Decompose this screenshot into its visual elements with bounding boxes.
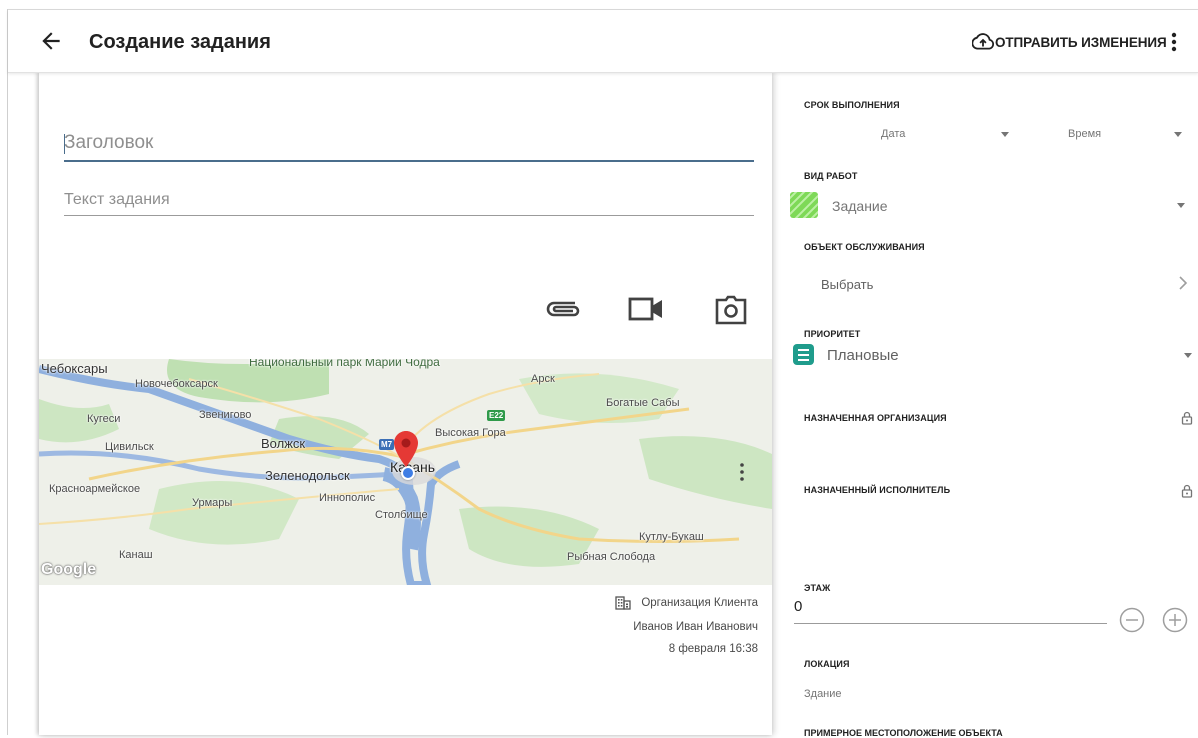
map-label-zvenigovo: Звенигово <box>199 409 252 421</box>
floor-label: ЭТАЖ <box>804 583 831 593</box>
map-pin-icon <box>394 431 418 467</box>
map-label-novocheboksarsk: Новочебоксарск <box>135 378 218 390</box>
more-vertical-icon <box>740 463 744 481</box>
plus-circle-icon <box>1162 607 1188 633</box>
page-title: Создание задания <box>89 31 271 53</box>
lock-icon <box>1181 484 1193 498</box>
video-camera-icon <box>628 297 662 321</box>
map-label-tsivilsk: Цивильск <box>105 441 154 453</box>
minus-circle-icon <box>1119 607 1145 633</box>
camera-icon <box>715 295 747 325</box>
arrow-left-icon <box>42 32 60 50</box>
map-label-park: Национальный парк Марий Чодра <box>249 359 440 369</box>
map-label-cheboksary: Чебоксары <box>41 361 108 376</box>
work-type-label: ВИД РАБОТ <box>804 171 858 181</box>
task-text-field <box>64 191 754 216</box>
chevron-down-icon <box>1174 132 1182 137</box>
task-text-underline <box>64 215 754 216</box>
map-options-button[interactable] <box>736 461 748 483</box>
approx-location-label: ПРИМЕРНОЕ МЕСТОПОЛОЖЕНИЕ ОБЪЕКТА <box>804 728 1003 738</box>
paperclip-icon <box>546 301 580 317</box>
more-menu-button[interactable] <box>1164 30 1184 54</box>
deadline-label: СРОК ВЫПОЛНЕНИЯ <box>804 100 900 110</box>
priority-label: ПРИОРИТЕТ <box>804 329 861 339</box>
floor-field <box>794 598 1107 624</box>
floor-underline <box>794 623 1107 624</box>
map-label-bogatye-saby: Богатые Сабы <box>606 397 680 409</box>
map-label-zelenodolsk: Зеленодольск <box>265 468 350 483</box>
created-date: 8 февраля 16:38 <box>668 643 758 655</box>
map-label-kanash: Канаш <box>119 549 153 561</box>
attach-file-button[interactable] <box>542 294 584 329</box>
map-label-vysokaya-gora: Высокая Гора <box>435 427 506 439</box>
author-name: Иванов Иван Иванович <box>633 621 758 633</box>
task-editor-card: Чебоксары Новочебоксарск Национальный па… <box>39 72 772 735</box>
location-label: ЛОКАЦИЯ <box>804 659 850 669</box>
app-bar: Создание задания ОТПРАВИТЬ ИЗМЕНЕНИЯ <box>8 10 1198 73</box>
map-label-innopolis: Иннополис <box>319 492 376 504</box>
chevron-down-icon <box>1177 203 1185 208</box>
title-field <box>64 132 754 162</box>
task-text-input[interactable] <box>64 191 754 215</box>
lock-icon <box>1181 411 1193 425</box>
assigned-executor-label: НАЗНАЧЕННЫЙ ИСПОЛНИТЕЛЬ <box>804 485 951 495</box>
organization-info: Организация Клиента <box>615 596 758 610</box>
window-left-border <box>7 9 8 735</box>
location-value[interactable]: Здание <box>804 688 842 700</box>
service-object-select[interactable]: Выбрать <box>804 272 1188 296</box>
map-label-kugesi: Кугеси <box>87 413 121 425</box>
date-select-value: Дата <box>881 128 906 140</box>
road-shield-e22: E22 <box>487 410 506 421</box>
map-pin-marker[interactable] <box>394 431 418 472</box>
map-label-krasnoarmeyskoe: Красноармейское <box>49 483 141 495</box>
floor-decrement-button[interactable] <box>1119 607 1145 633</box>
map-label-urmary: Урмары <box>192 497 233 509</box>
service-object-label: ОБЪЕКТ ОБСЛУЖИВАНИЯ <box>804 242 925 252</box>
title-underline <box>64 160 754 162</box>
chevron-down-icon <box>1001 132 1009 137</box>
map-label-kutlu-bukash: Кутлу-Букаш <box>639 531 704 543</box>
chevron-down-icon <box>1184 353 1192 358</box>
assigned-organization-label: НАЗНАЧЕННАЯ ОРГАНИЗАЦИЯ <box>804 413 947 423</box>
google-logo: Google <box>41 561 97 578</box>
building-icon <box>615 596 631 610</box>
time-select-value: Время <box>1068 128 1102 140</box>
map-label-rybnaya-sloboda: Рыбная Слобода <box>567 551 656 563</box>
back-button[interactable] <box>38 28 64 54</box>
map-label-volzhsk: Волжск <box>261 436 306 451</box>
submit-changes-label: ОТПРАВИТЬ ИЗМЕНЕНИЯ <box>995 34 1167 50</box>
text-caret <box>64 134 65 154</box>
priority-value: Плановые <box>827 347 899 364</box>
location-map[interactable]: Чебоксары Новочебоксарск Национальный па… <box>39 359 772 585</box>
work-type-select[interactable]: Задание <box>790 192 1190 220</box>
priority-select[interactable]: Плановые <box>793 343 1197 369</box>
work-type-value: Задание <box>832 198 888 214</box>
service-object-value: Выбрать <box>821 277 874 292</box>
date-select[interactable]: Дата <box>860 124 1020 144</box>
more-vertical-icon <box>1171 32 1177 52</box>
work-type-swatch-icon <box>790 192 818 218</box>
floor-input[interactable] <box>794 598 1107 623</box>
cloud-upload-icon <box>972 33 994 50</box>
submit-changes-button[interactable]: ОТПРАВИТЬ ИЗМЕНЕНИЯ <box>972 30 1167 54</box>
road-shield-m7: M7 <box>379 439 395 450</box>
organization-name: Организация Клиента <box>641 597 758 609</box>
floor-increment-button[interactable] <box>1162 607 1188 633</box>
map-label-arsk: Арск <box>531 373 555 385</box>
map-label-stolbische: Столбище <box>375 509 428 521</box>
priority-level-icon <box>793 344 814 365</box>
record-video-button[interactable] <box>628 294 666 329</box>
time-select[interactable]: Время <box>1060 124 1190 144</box>
chevron-right-icon <box>1179 276 1188 290</box>
take-photo-button[interactable] <box>714 294 748 331</box>
title-input[interactable] <box>64 132 754 160</box>
